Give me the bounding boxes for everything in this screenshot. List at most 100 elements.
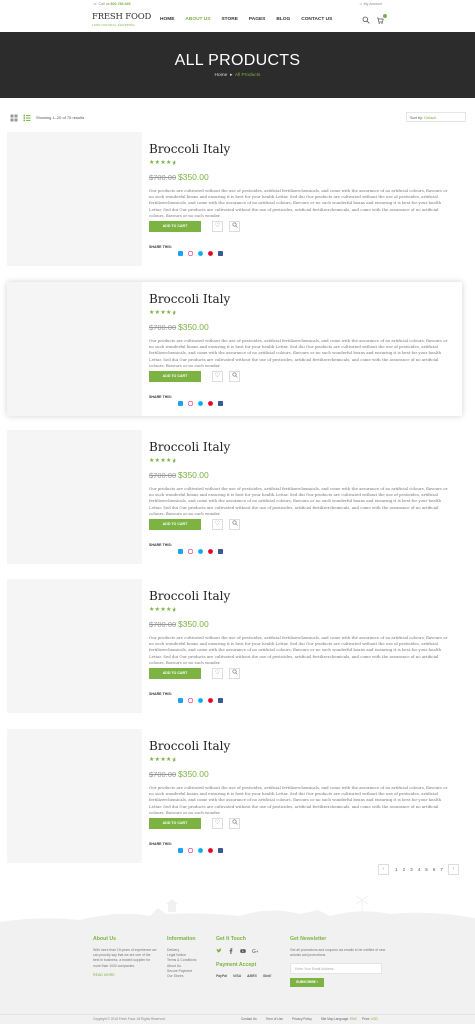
facebook-icon[interactable]: [218, 690, 223, 703]
read-more-link[interactable]: READ MORE: [93, 973, 157, 977]
quick-view-button[interactable]: [229, 371, 240, 382]
twitter-icon[interactable]: [178, 393, 183, 406]
nav-item-store[interactable]: STORE: [221, 17, 237, 22]
footer-bottom-link[interactable]: Contact Us: [241, 1017, 257, 1021]
product-image[interactable]: [7, 430, 142, 564]
product-card: Broccoli Italy ★★★★★★ $700.00$350.00 Our pr…: [7, 132, 462, 266]
dribbble-icon[interactable]: [187, 541, 194, 555]
phone-number[interactable]: 800.786.949: [111, 2, 131, 6]
product-image[interactable]: [7, 132, 142, 266]
product-title[interactable]: Broccoli Italy: [149, 589, 230, 603]
footer-bottom-bar: Copyright © 2018 Fresh Food. All Rights …: [0, 1014, 475, 1024]
add-to-cart-button[interactable]: ADD TO CART: [149, 371, 201, 382]
footer-about-text: With more than 15 years of experience we…: [93, 948, 157, 968]
dribbble-icon[interactable]: [187, 840, 194, 854]
add-to-cart-button[interactable]: ADD TO CART: [149, 818, 201, 829]
page-link[interactable]: 7: [440, 867, 443, 872]
my-account-link[interactable]: ☺ My Account: [359, 2, 382, 6]
cart-icon[interactable]: [376, 14, 387, 24]
google-plus-icon[interactable]: G+: [252, 948, 260, 955]
dribbble-icon[interactable]: [187, 393, 194, 407]
product-title[interactable]: Broccoli Italy: [149, 292, 230, 306]
wishlist-button[interactable]: ♡: [212, 818, 223, 829]
facebook-icon[interactable]: [228, 948, 234, 954]
twitter-icon[interactable]: [178, 243, 183, 256]
quick-view-button[interactable]: [229, 221, 240, 232]
facebook-icon[interactable]: [218, 840, 223, 853]
wishlist-button[interactable]: ♡: [212, 221, 223, 232]
nav-item-pages[interactable]: PAGES: [249, 17, 265, 22]
pagination: ‹ 1234567 ›: [378, 864, 465, 875]
pinterest-icon[interactable]: [208, 690, 213, 703]
page-link[interactable]: 4: [418, 867, 421, 872]
skype-icon[interactable]: [198, 243, 203, 256]
wishlist-button[interactable]: ♡: [212, 519, 223, 530]
page-link[interactable]: 2: [403, 867, 406, 872]
product-image[interactable]: [7, 282, 142, 416]
heart-icon: ♡: [214, 223, 221, 229]
wishlist-button[interactable]: ♡: [212, 371, 223, 382]
product-title[interactable]: Broccoli Italy: [149, 142, 230, 156]
nav-item-blog[interactable]: BLOG: [276, 17, 290, 22]
newsletter-email-input[interactable]: Enter Your Email Address: [290, 963, 382, 975]
shop-toolbar: Showing 1–20 of 75 results: [0, 110, 475, 126]
share-icons: [178, 541, 228, 555]
skype-icon[interactable]: [198, 840, 203, 853]
next-page-button[interactable]: ›: [447, 864, 459, 875]
product-card: Broccoli Italy ★★★★★★ $700.00$350.00 Our pr…: [7, 282, 462, 416]
language-select[interactable]: Language: ENG: [334, 1017, 357, 1021]
brand-logo[interactable]: FRESH FOOD 100% NATURAL SHOPPING: [92, 13, 151, 28]
twitter-icon[interactable]: [178, 840, 183, 853]
page-link[interactable]: 1: [395, 867, 398, 872]
twitter-icon[interactable]: [178, 690, 183, 703]
product-image[interactable]: [7, 579, 142, 713]
twitter-icon[interactable]: [178, 541, 183, 554]
footer-info-link[interactable]: Our Stores: [167, 974, 211, 979]
list-view-icon[interactable]: [23, 114, 31, 122]
footer-bottom-link[interactable]: Term of Use: [266, 1017, 283, 1021]
twitter-icon[interactable]: [216, 948, 222, 954]
add-to-cart-button[interactable]: ADD TO CART: [149, 668, 201, 679]
grid-view-icon[interactable]: [10, 114, 18, 122]
skype-icon[interactable]: [198, 393, 203, 406]
pinterest-icon[interactable]: [208, 541, 213, 554]
product-image[interactable]: [7, 729, 142, 863]
dribbble-icon[interactable]: [187, 690, 194, 704]
pinterest-icon[interactable]: [208, 840, 213, 853]
sort-select[interactable]: Sort by: Default: [406, 112, 466, 122]
product-title[interactable]: Broccoli Italy: [149, 440, 230, 454]
product-card: Broccoli Italy ★★★★★★ $700.00$350.00 Our pr…: [7, 579, 462, 713]
nav-item-about-us[interactable]: ABOUT US: [185, 17, 210, 22]
breadcrumb-home[interactable]: Home: [215, 73, 228, 78]
quick-view-button[interactable]: [229, 519, 240, 530]
facebook-icon[interactable]: [218, 393, 223, 406]
copyright: Copyright © 2018 Fresh Food. All Rights …: [93, 1017, 166, 1021]
nav-item-home[interactable]: HOME: [160, 17, 174, 22]
facebook-icon[interactable]: [218, 243, 223, 256]
subscribe-button[interactable]: SUBSCRIBE ›: [290, 978, 324, 988]
add-to-cart-button[interactable]: ADD TO CART: [149, 519, 201, 530]
product-description: Our products are cultivated without the …: [149, 785, 448, 815]
pinterest-icon[interactable]: [208, 393, 213, 406]
currency-select[interactable]: Price: USD: [362, 1017, 378, 1021]
page-link[interactable]: 3: [410, 867, 413, 872]
pinterest-icon[interactable]: [208, 243, 213, 256]
skype-icon[interactable]: [198, 541, 203, 554]
wishlist-button[interactable]: ♡: [212, 668, 223, 679]
nav-item-contact-us[interactable]: CONTACT US: [301, 17, 332, 22]
footer-newsletter: Get Newsletter Get all promotions and co…: [290, 936, 390, 988]
prev-page-button[interactable]: ‹: [378, 864, 389, 875]
youtube-icon[interactable]: [240, 948, 246, 954]
search-icon[interactable]: [362, 16, 370, 24]
footer-bottom-link[interactable]: Site Map: [321, 1017, 334, 1021]
footer-bottom-link[interactable]: Privacy Policy: [292, 1017, 312, 1021]
quick-view-button[interactable]: [229, 668, 240, 679]
add-to-cart-button[interactable]: ADD TO CART: [149, 221, 201, 232]
dribbble-icon[interactable]: [187, 243, 194, 257]
quick-view-button[interactable]: [229, 818, 240, 829]
page-link[interactable]: 5: [425, 867, 428, 872]
product-title[interactable]: Broccoli Italy: [149, 739, 230, 753]
skype-icon[interactable]: [198, 690, 203, 703]
page-link[interactable]: 6: [433, 867, 436, 872]
facebook-icon[interactable]: [218, 541, 223, 554]
